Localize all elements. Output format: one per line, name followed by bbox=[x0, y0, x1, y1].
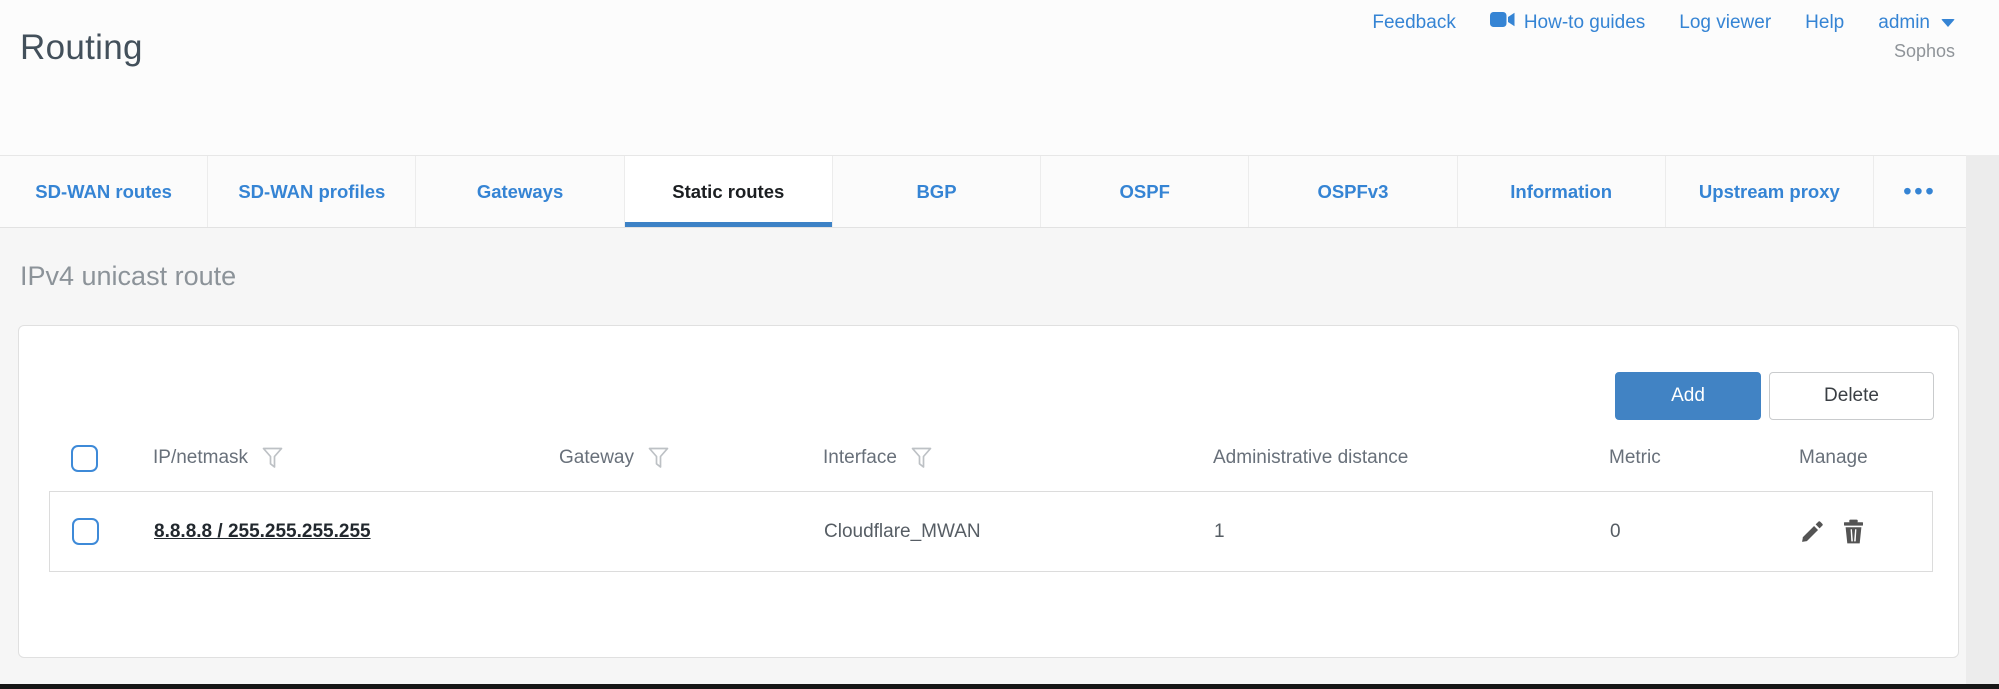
filter-funnel-icon[interactable] bbox=[262, 447, 283, 469]
help-label: Help bbox=[1805, 12, 1844, 34]
window-bottom-edge bbox=[0, 684, 1999, 689]
column-header-interface: Interface bbox=[823, 447, 897, 469]
column-header-administrative-distance: Administrative distance bbox=[1213, 447, 1408, 469]
column-header-manage: Manage bbox=[1799, 447, 1868, 469]
user-menu[interactable]: admin bbox=[1878, 12, 1955, 34]
route-metric-cell: 0 bbox=[1610, 521, 1780, 543]
right-edge-strip bbox=[1966, 155, 1999, 684]
filter-funnel-icon[interactable] bbox=[648, 447, 669, 469]
brand-label: Sophos bbox=[1894, 41, 1955, 62]
pencil-icon[interactable] bbox=[1800, 519, 1825, 544]
tab-upstream-proxy[interactable]: Upstream proxy bbox=[1666, 156, 1874, 227]
caret-down-icon bbox=[1941, 19, 1955, 27]
row-checkbox[interactable] bbox=[72, 518, 99, 545]
column-header-ip-netmask: IP/netmask bbox=[153, 447, 248, 469]
routing-page: Routing Feedback How-to guides Log viewe… bbox=[0, 0, 1999, 689]
howto-guides-label: How-to guides bbox=[1524, 12, 1645, 34]
top-nav: Feedback How-to guides Log viewer Help a… bbox=[1372, 11, 1955, 34]
select-all-checkbox[interactable] bbox=[71, 445, 98, 472]
tab-overflow-ellipsis-icon[interactable]: ••• bbox=[1874, 156, 1966, 227]
log-viewer-label: Log viewer bbox=[1679, 12, 1771, 34]
tab-sdwan-profiles[interactable]: SD-WAN profiles bbox=[208, 156, 416, 227]
route-administrative-distance-cell: 1 bbox=[1214, 521, 1610, 543]
feedback-link[interactable]: Feedback bbox=[1372, 12, 1455, 34]
top-header-band: Routing Feedback How-to guides Log viewe… bbox=[0, 0, 1999, 155]
tab-ospf[interactable]: OSPF bbox=[1041, 156, 1249, 227]
tab-static-routes[interactable]: Static routes bbox=[625, 156, 833, 227]
delete-button[interactable]: Delete bbox=[1769, 372, 1934, 420]
column-header-gateway: Gateway bbox=[559, 447, 634, 469]
add-button[interactable]: Add bbox=[1615, 372, 1761, 420]
tab-gateways[interactable]: Gateways bbox=[416, 156, 624, 227]
user-menu-label: admin bbox=[1878, 12, 1930, 34]
page-title: Routing bbox=[20, 28, 143, 68]
table-row-container: 8.8.8.8 / 255.255.255.255 Cloudflare_MWA… bbox=[49, 491, 1933, 572]
section-heading: IPv4 unicast route bbox=[20, 261, 236, 292]
howto-guides-link[interactable]: How-to guides bbox=[1490, 11, 1645, 34]
log-viewer-link[interactable]: Log viewer bbox=[1679, 12, 1771, 34]
route-ip-netmask-link[interactable]: 8.8.8.8 / 255.255.255.255 bbox=[154, 521, 371, 542]
tab-sdwan-routes[interactable]: SD-WAN routes bbox=[0, 156, 208, 227]
ipv4-unicast-route-card: Add Delete IP/netmask Gateway Interface bbox=[18, 325, 1959, 658]
table-header-row: IP/netmask Gateway Interface Administrat… bbox=[49, 429, 1933, 487]
feedback-label: Feedback bbox=[1372, 12, 1455, 34]
table-row: 8.8.8.8 / 255.255.255.255 Cloudflare_MWA… bbox=[50, 492, 1932, 571]
video-camera-icon bbox=[1490, 11, 1515, 34]
tab-information[interactable]: Information bbox=[1458, 156, 1666, 227]
column-header-metric: Metric bbox=[1609, 447, 1661, 469]
route-interface-cell: Cloudflare_MWAN bbox=[824, 521, 1214, 543]
help-link[interactable]: Help bbox=[1805, 12, 1844, 34]
tab-bgp[interactable]: BGP bbox=[833, 156, 1041, 227]
tab-ospfv3[interactable]: OSPFv3 bbox=[1249, 156, 1457, 227]
filter-funnel-icon[interactable] bbox=[911, 447, 932, 469]
routing-tab-bar: SD-WAN routes SD-WAN profiles Gateways S… bbox=[0, 155, 1966, 228]
trash-icon[interactable] bbox=[1842, 519, 1865, 544]
route-manage-cell bbox=[1780, 519, 1932, 544]
